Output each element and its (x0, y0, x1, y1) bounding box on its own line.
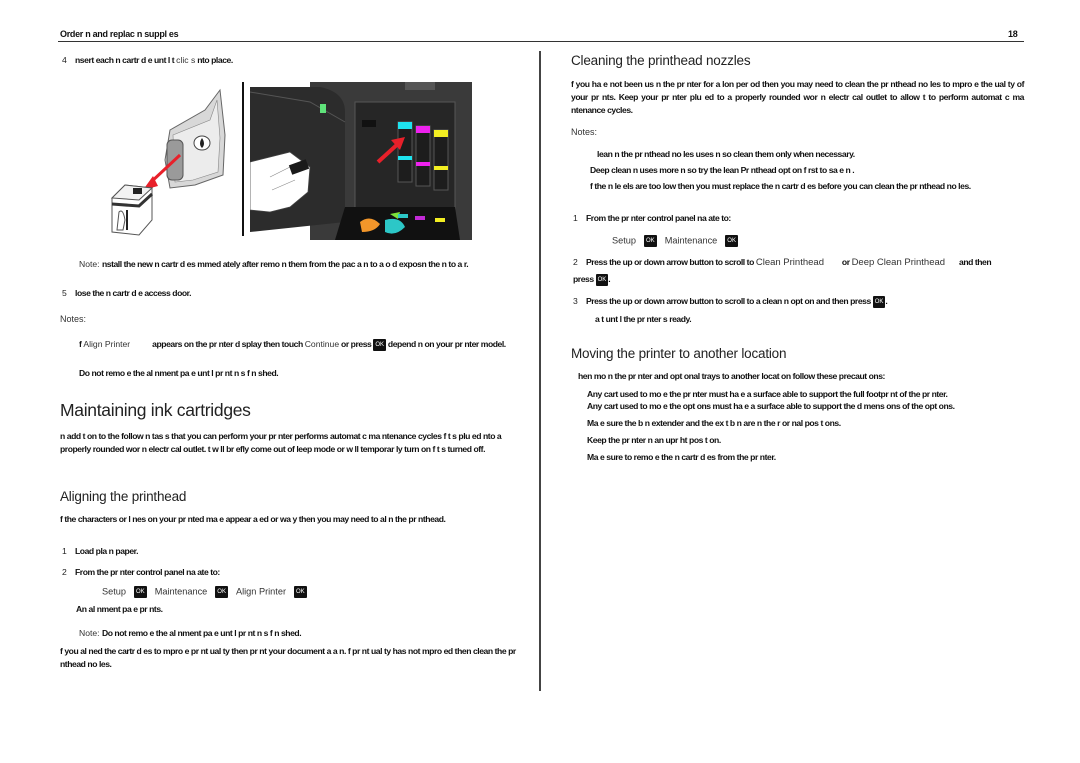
cartridge-yellow-top (434, 130, 448, 137)
cartridge-package-illustration (110, 88, 226, 236)
cleaning-note-1: lean n the pr nthead no les uses n so cl… (597, 149, 855, 159)
cartridge-slot-cyan (397, 121, 413, 183)
align-step-2: 2 From the pr nter control panel na ate t… (62, 567, 220, 577)
moving-item-3: Ma e sure the b n extender and the ex t … (587, 418, 841, 428)
cartridge-cyan-band (398, 156, 412, 160)
cartridge-slot-black (362, 120, 376, 127)
status-light (320, 104, 326, 113)
notes-label: Notes: (60, 314, 87, 324)
note-do-not-remove: Do not remo e the al nment pa e unt l pr… (79, 368, 279, 378)
figure-printer-insert (250, 82, 472, 240)
figure-divider (242, 82, 244, 236)
display-ink-cyan (398, 214, 408, 218)
moving-item-4: Keep the pr nter n an upr ht pos t on. (587, 435, 721, 445)
ok-button-icon: OK (595, 273, 609, 286)
align-closing: f you al ned the cartr d es to mpro e pr… (60, 646, 516, 669)
cartridge-chip (133, 188, 142, 194)
printer-label (405, 82, 435, 90)
menu-maintenance: Maintenance (154, 586, 208, 597)
align-menu-path: Setup OK Maintenance OK Align Printer OK (102, 586, 307, 598)
cartridge-magenta-band (416, 162, 430, 166)
cleaning-step-2: 2 Press the up or down arrow button to sc… (573, 257, 992, 286)
cleaning-menu-path: Setup OK Maintenance OK (612, 235, 738, 247)
ok-button-icon: OK (215, 586, 228, 598)
cartridge-slot-magenta (415, 125, 431, 187)
ok-button-icon: OK (644, 235, 657, 247)
align-step-1: 1 Load pla n paper. (62, 546, 139, 556)
cleaning-notes-label: Notes: (571, 127, 598, 137)
running-header: Order n and replac n suppl es (60, 29, 179, 39)
cleaning-note-2: Deep clean n uses more n so try the lean… (590, 165, 855, 175)
moving-item-2: Any cart used to mo e the opt ons must h… (587, 401, 955, 411)
maintaining-body: n add t on to the follow n tas s that yo… (60, 431, 502, 454)
header-rule (58, 41, 1024, 43)
cartridge-cyan-top (398, 122, 412, 129)
display-ink-yellow (435, 218, 445, 222)
cartridge-magenta-top (416, 126, 430, 133)
cleaning-step-1: 1 From the pr nter control panel na ate t… (573, 213, 731, 223)
ok-button-icon: OK (134, 586, 147, 598)
cleaning-body: f you ha e not been us n the pr nter for… (571, 79, 1024, 115)
align-note: Note: Do not remo e the al nment pa e un… (79, 628, 302, 638)
cleaning-note-3: f the n le els are too low then you must… (590, 181, 971, 191)
cleaning-wait: a t unt l the pr nter s ready. (595, 314, 692, 324)
heading-moving-printer: Moving the printer to another location (571, 346, 787, 361)
ok-button-icon: OK (725, 235, 738, 247)
step-4: 4 nsert each n cartr d e unt l t clic s n… (62, 55, 233, 65)
menu-maintenance: Maintenance (664, 235, 718, 246)
align-result: An al nment pa e pr nts. (76, 604, 163, 614)
moving-item-5: Ma e sure to remo e the n cartr d es fro… (587, 452, 776, 462)
moving-item-1: Any cart used to mo e the pr nter must h… (587, 389, 948, 399)
column-divider (539, 51, 541, 691)
figure-cartridge-unpack (95, 80, 245, 250)
cartridge-slot-yellow (433, 129, 449, 191)
cleaning-step-3: 3 Press the up or down arrow button to sc… (573, 295, 888, 308)
aligning-body: f the characters or l nes on your pr nte… (60, 514, 446, 524)
cartridge-yellow-band (434, 166, 448, 170)
heading-maintaining-ink: Maintaining ink cartridges (60, 400, 251, 420)
step-5: 5 lose the n cartr d e access door. (62, 288, 192, 298)
note-align-printer: f Align Printer appears on the pr nter d … (79, 338, 506, 351)
ok-button-icon: OK (373, 338, 386, 351)
heading-cleaning-nozzles: Cleaning the printhead nozzles (571, 53, 751, 68)
moving-intro: hen mo n the pr nter and opt onal trays … (578, 371, 885, 381)
page-number: 18 (1008, 29, 1018, 39)
note-install: Note: nstall the new n cartr d es mmed a… (79, 259, 469, 269)
ok-button-icon: OK (294, 586, 307, 598)
printer-illustration (250, 82, 472, 240)
menu-setup: Setup (612, 235, 637, 246)
heading-aligning-printhead: Aligning the printhead (60, 489, 187, 504)
display-ink-magenta (415, 216, 425, 220)
ok-button-icon: OK (872, 295, 886, 308)
menu-setup: Setup (102, 586, 127, 597)
menu-align-printer: Align Printer (235, 586, 287, 597)
